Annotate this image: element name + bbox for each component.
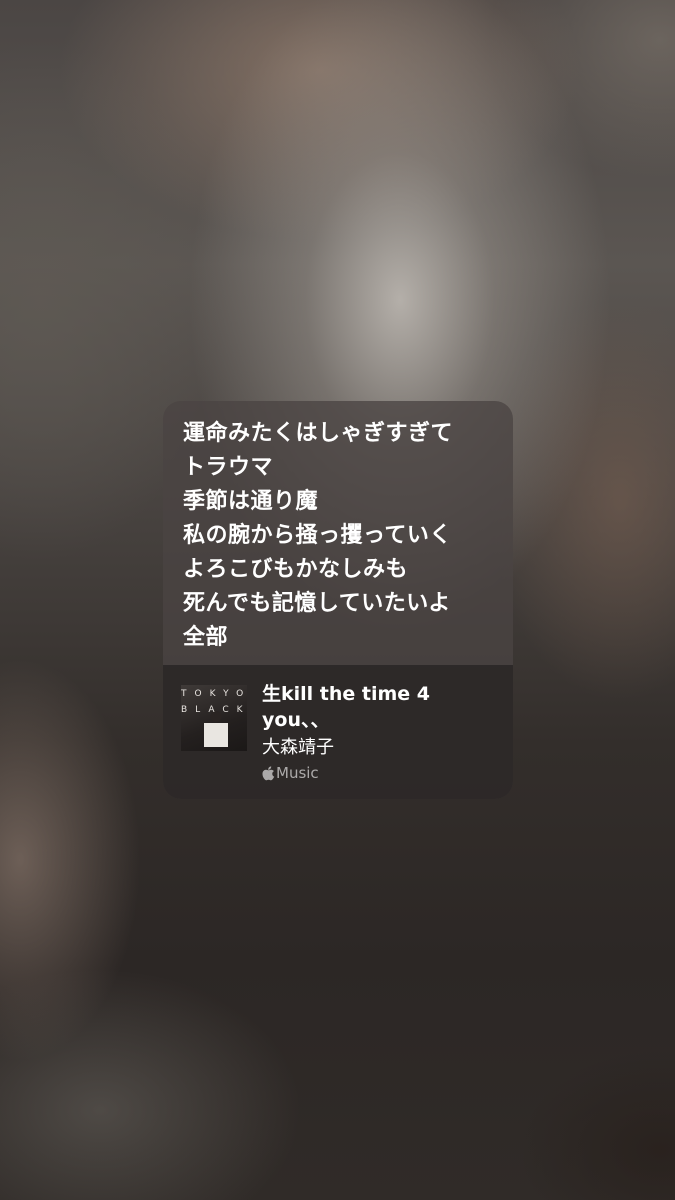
track-info[interactable]: TOKYO BLACK 生kill the time 4 you、、 大森靖子 … <box>163 665 513 799</box>
lyrics-share-card[interactable]: 運命みたくはしゃぎすぎて トラウマ 季節は通り魔 私の腕から掻っ攫っていく よろ… <box>163 401 513 799</box>
artwork-text-top: TOKYO <box>181 689 247 699</box>
lyric-line: 季節は通り魔 <box>183 489 319 514</box>
artwork-figure <box>204 711 228 747</box>
track-artist: 大森靖子 <box>262 737 334 758</box>
service-label: Music <box>262 763 319 783</box>
lyric-line: 全部 <box>183 625 229 650</box>
lyric-line: よろこびもかなしみも <box>183 557 409 582</box>
track-title: 生kill the time 4 you、、 <box>262 683 431 731</box>
lyrics-section: 運命みたくはしゃぎすぎて トラウマ 季節は通り魔 私の腕から掻っ攫っていく よろ… <box>163 401 513 665</box>
album-artwork: TOKYO BLACK <box>181 685 247 751</box>
lyric-line: 死んでも記憶していたいよ <box>183 591 451 616</box>
lyric-line: 運命みたくはしゃぎすぎて <box>183 421 454 446</box>
apple-icon <box>262 765 275 781</box>
lyric-line: 私の腕から掻っ攫っていく <box>183 523 452 548</box>
lyric-line: トラウマ <box>183 455 274 480</box>
service-name: Music <box>276 764 319 782</box>
artwork-text-bottom: BLACK <box>181 705 247 715</box>
